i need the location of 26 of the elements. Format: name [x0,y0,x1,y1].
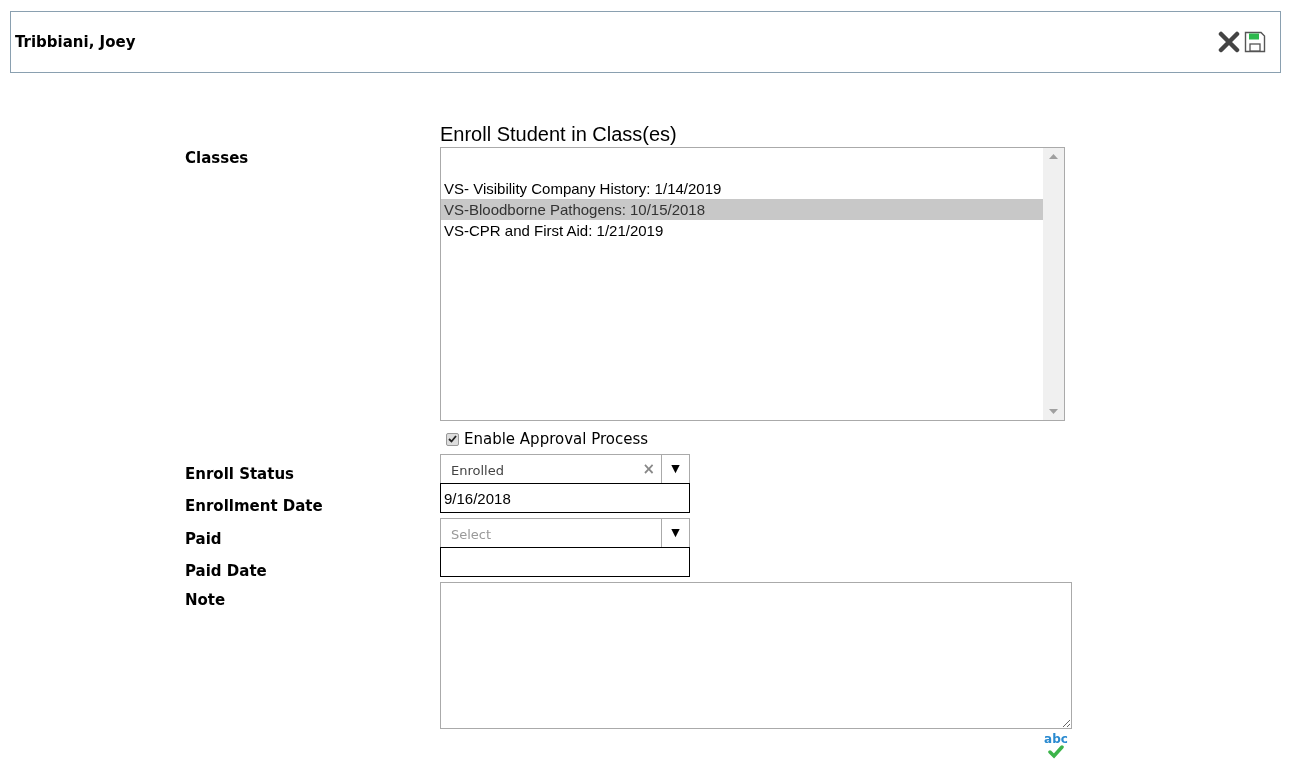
check-icon [1048,745,1064,759]
checkbox-label: Enable Approval Process [464,428,649,450]
save-icon[interactable] [1244,31,1266,53]
class-option[interactable]: VS-CPR and First Aid: 1/21/2019 [441,220,1043,241]
note-field[interactable] [440,582,1072,729]
field-label: Enroll Status [185,463,295,485]
class-option[interactable]: VS- Visibility Company History: 1/14/2019 [441,178,1043,199]
form-title: Enroll Student in Class(es) [440,122,678,147]
field-label: Paid Date [185,560,268,582]
enroll-status-select[interactable]: Enrolled × ▼ [440,454,690,484]
student-name: Tribbiani, Joey [15,31,136,53]
classes-listbox[interactable]: VS- Visibility Company History: 1/14/2019 VS-Bloodborne Pathogens: 10/15/2018 VS-CPR and First Aid: 1/21/2019 [440,147,1065,421]
field-label: Classes [185,148,250,169]
dropdown-button[interactable]: ▼ [661,455,689,483]
dropdown-button[interactable]: ▼ [661,519,689,547]
class-option[interactable]: VS-Bloodborne Pathogens: 10/15/2018 [441,199,1043,220]
field-label: Enrollment Date [185,495,324,517]
field-label: Note [185,589,227,611]
paid-select[interactable]: Select ▼ [440,518,690,548]
approval-checkbox[interactable] [446,432,459,446]
clear-button[interactable]: × [636,457,661,481]
close-icon[interactable] [1218,31,1240,53]
enrollment-date-field[interactable]: 9/16/2018 [440,483,690,513]
field-label: Paid [185,528,223,550]
paid-date-field[interactable] [440,547,690,577]
spellcheck-button[interactable]: abc [1042,733,1070,759]
